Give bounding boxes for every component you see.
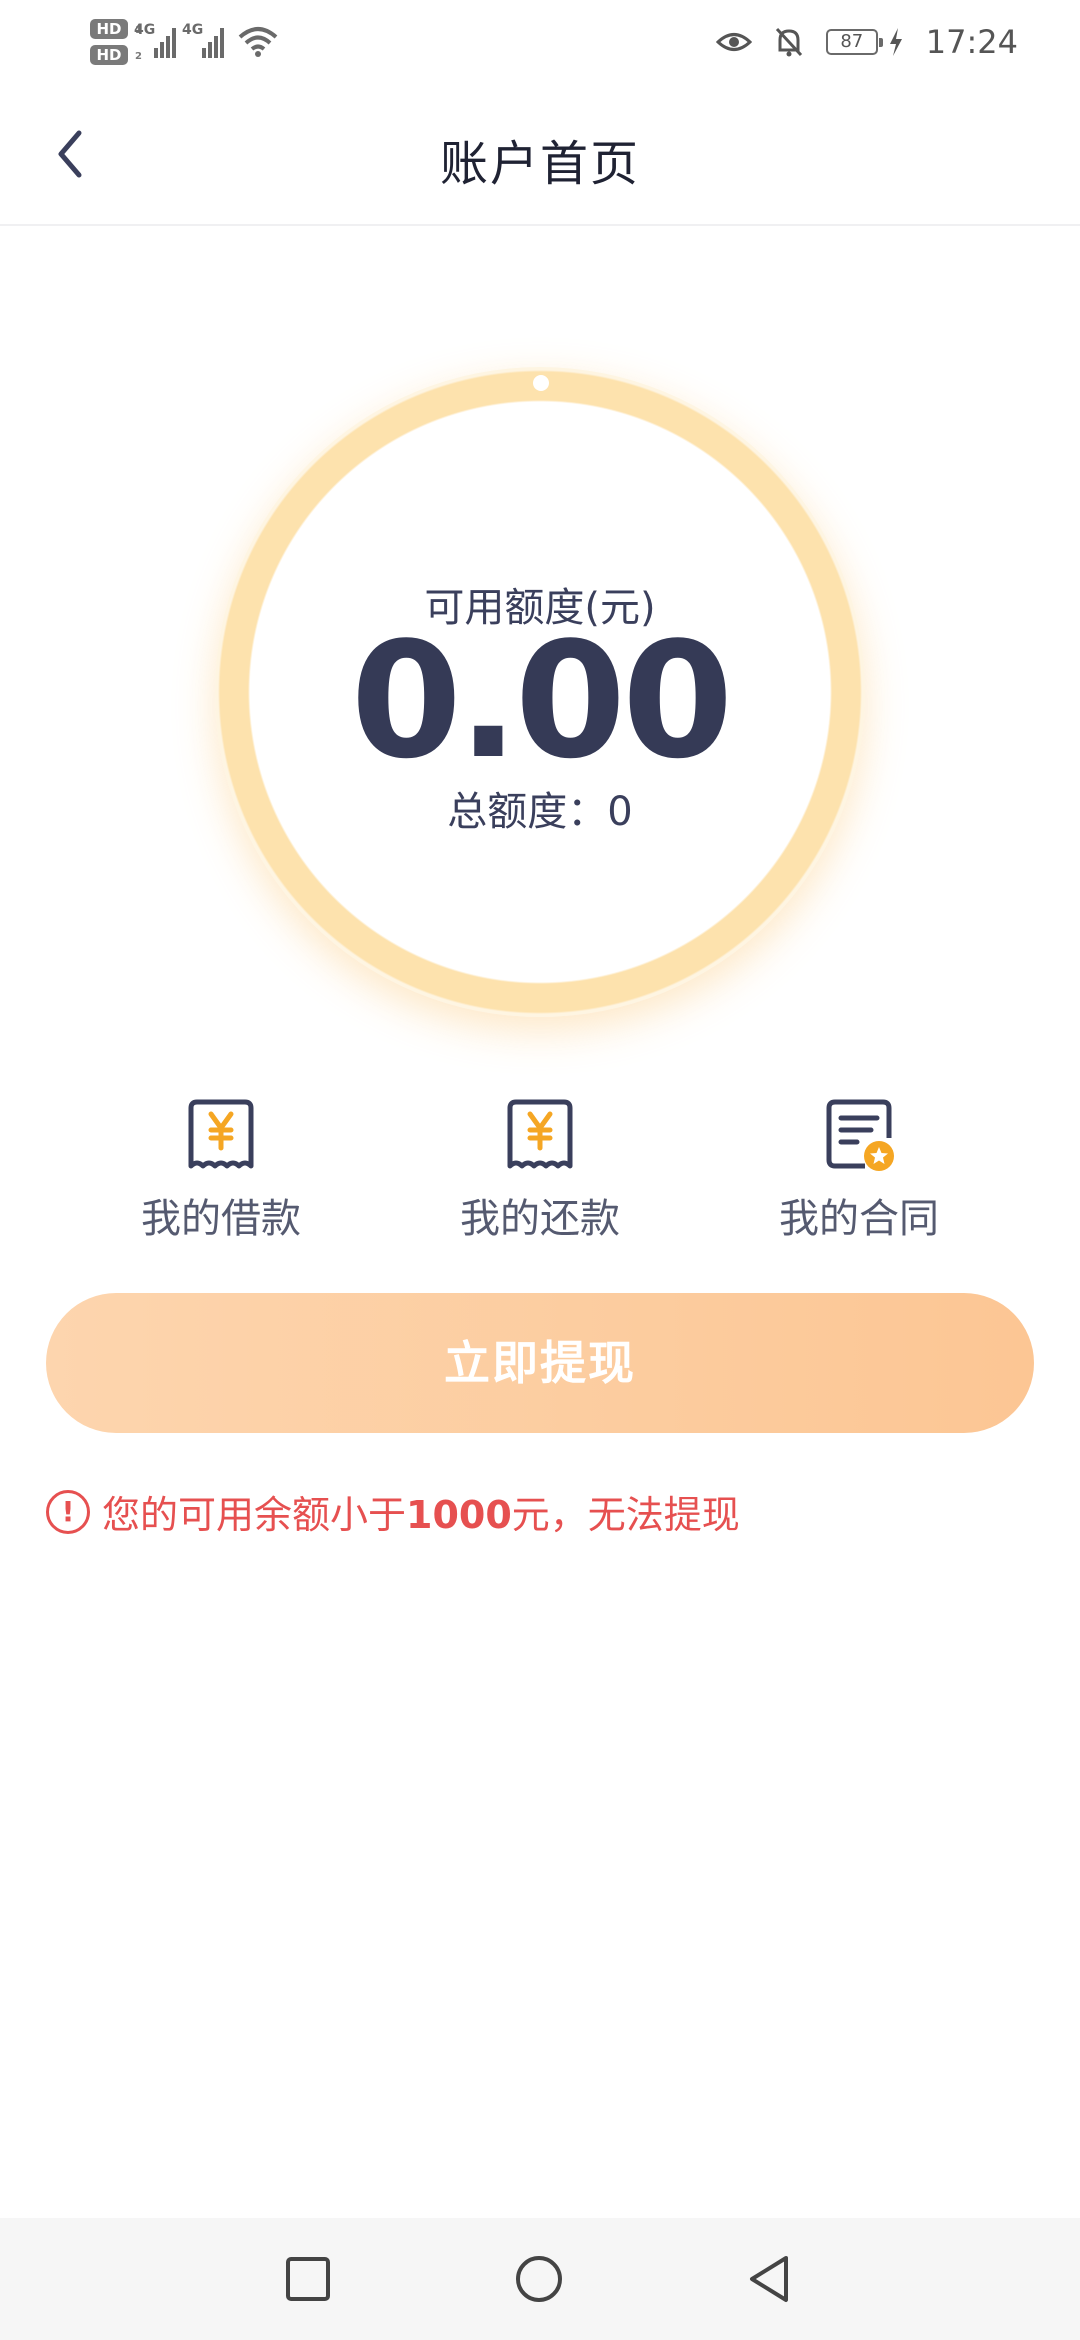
system-navigation-bar [0,2218,1080,2340]
signal-1-icon: 4G [134,22,176,58]
sim1-hd-badge: HD 1 [90,19,142,39]
total-credit-line: 总额度：0 [215,779,865,837]
withdraw-warning: ! 您的可用余额小于1000元，无法提现 [46,1484,740,1539]
battery-icon: 87 [825,29,883,55]
my-loans-label: 我的借款 [141,1196,301,1242]
contract-icon [821,1098,897,1174]
total-credit-value: 0 [607,789,633,835]
my-contracts-shortcut[interactable]: 我的合同 [744,1098,974,1244]
credit-ring: 可用额度(元) 0.00 总额度：0 [215,367,865,1017]
charging-icon [889,28,902,56]
eye-icon [715,33,752,51]
sim-indicators: HD 1 HD 2 [90,19,142,65]
my-repayments-shortcut[interactable]: 我的还款 [425,1098,655,1244]
my-repayments-label: 我的还款 [460,1196,620,1242]
my-contracts-label: 我的合同 [779,1196,939,1242]
yuan-receipt-icon [183,1098,259,1174]
signal-2-icon: 4G [182,22,224,58]
sim2-hd-badge: HD 2 [90,45,142,65]
ring-progress-dot [533,375,549,391]
status-right: 87 17:24 [715,18,1018,66]
top-nav-bar: 账户首页 [0,84,1080,226]
status-bar: HD 1 HD 2 4G 4G 87 17:24 [0,0,1080,84]
available-credit-value: 0.00 [350,607,734,794]
bell-off-icon [775,27,802,57]
page-title: 账户首页 [439,136,640,192]
wifi-icon [238,27,278,57]
status-left: HD 1 HD 2 4G 4G [90,12,278,72]
warning-text: 您的可用余额小于1000元，无法提现 [102,1493,740,1537]
clock: 17:24 [925,23,1018,61]
my-loans-shortcut[interactable]: 我的借款 [106,1098,336,1244]
back-nav-button[interactable] [744,2254,794,2304]
total-credit-label: 总额度： [447,789,608,835]
warning-amount: 1000 [406,1493,512,1537]
home-button[interactable] [514,2254,564,2304]
recent-apps-button[interactable] [283,2254,333,2304]
exclamation-circle-icon: ! [46,1489,90,1534]
yuan-receipt-icon [502,1098,578,1174]
withdraw-now-button[interactable]: 立即提现 [46,1293,1034,1433]
